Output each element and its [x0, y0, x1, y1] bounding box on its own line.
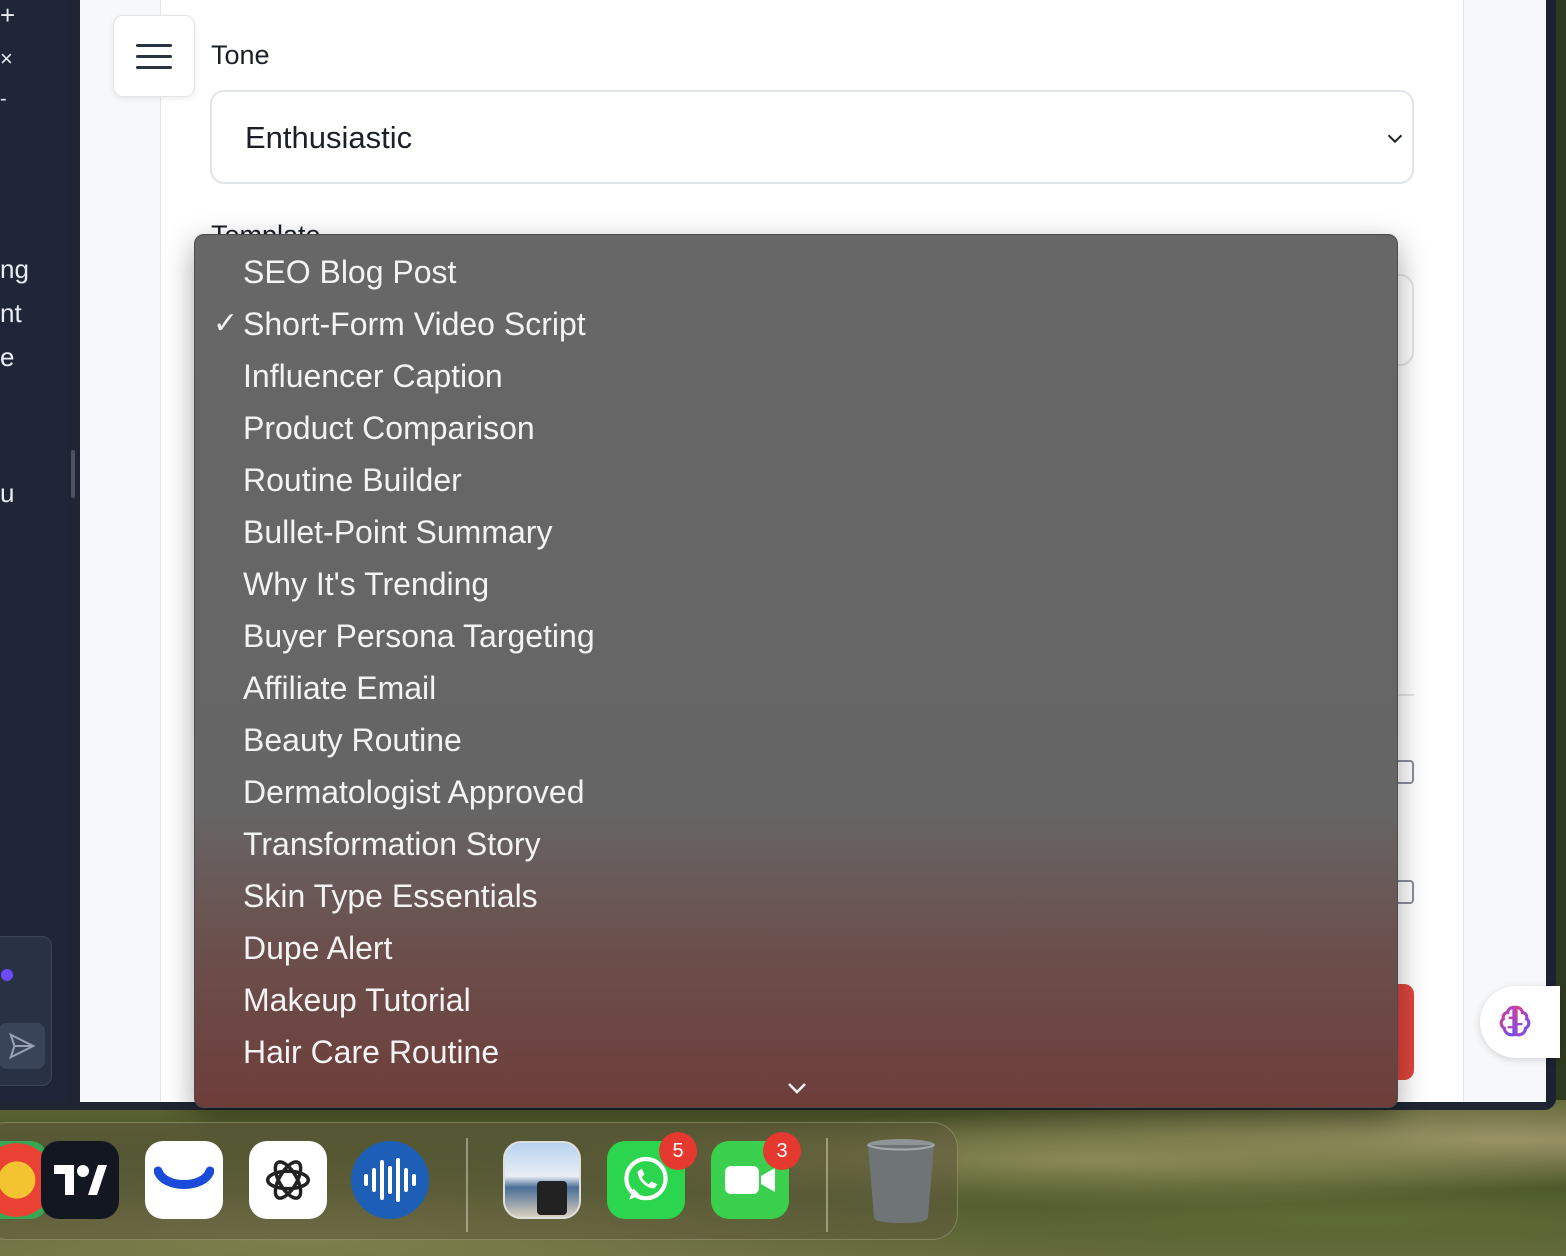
hamburger-menu-button[interactable]: [113, 15, 195, 97]
option-label: Affiliate Email: [243, 670, 437, 706]
dropdown-option[interactable]: Skin Type Essentials: [195, 877, 1397, 929]
voice-app-icon[interactable]: [351, 1141, 429, 1219]
option-label: Dermatologist Approved: [243, 774, 585, 810]
option-label: Beauty Routine: [243, 722, 462, 758]
option-label: Makeup Tutorial: [243, 982, 471, 1018]
tradingview-glyph: [54, 1165, 107, 1195]
send-button[interactable]: [0, 1023, 45, 1069]
status-dot: [1, 969, 13, 981]
sidebar: + × - ng nt e u: [0, 0, 68, 1102]
dock-separator: [826, 1138, 828, 1232]
dropdown-option[interactable]: Routine Builder: [195, 461, 1397, 513]
dropdown-option[interactable]: Why It's Trending: [195, 565, 1397, 617]
dropdown-option[interactable]: Dermatologist Approved: [195, 773, 1397, 825]
dropdown-option[interactable]: Transformation Story: [195, 825, 1397, 877]
option-label: Buyer Persona Targeting: [243, 618, 595, 654]
window-edge: [1546, 0, 1556, 1110]
scroll-down-chevron-icon[interactable]: [787, 1081, 807, 1095]
dropdown-option[interactable]: Influencer Caption: [195, 357, 1397, 409]
camera-glyph: [725, 1166, 775, 1194]
hamburger-icon-line: [136, 65, 172, 69]
sidebar-item-fragment[interactable]: ×: [0, 46, 13, 72]
dock-separator: [466, 1138, 468, 1232]
dropdown-option[interactable]: Dupe Alert: [195, 929, 1397, 981]
chatgpt-icon[interactable]: [249, 1141, 327, 1219]
option-label: Hair Care Routine: [243, 1034, 500, 1070]
openai-glyph: [265, 1160, 311, 1200]
sidebar-item-fragment[interactable]: +: [0, 0, 15, 31]
dropdown-option[interactable]: Buyer Persona Targeting: [195, 617, 1397, 669]
dropdown-option[interactable]: Beauty Routine: [195, 721, 1397, 773]
sidebar-item-fragment[interactable]: u: [0, 478, 14, 509]
option-label: Dupe Alert: [243, 930, 393, 966]
smile-glyph: [154, 1166, 214, 1189]
hamburger-icon: [136, 43, 172, 47]
whatsapp-badge: 5: [659, 1132, 697, 1170]
sidebar-resize-handle[interactable]: [71, 450, 75, 498]
dropdown-option[interactable]: Bullet-Point Summary: [195, 513, 1397, 565]
tone-select[interactable]: Enthusiastic: [210, 90, 1414, 184]
trash-can-glyph: [867, 1139, 935, 1223]
option-label: Skin Type Essentials: [243, 878, 538, 914]
option-label: Transformation Story: [243, 826, 541, 862]
checkbox[interactable]: [1396, 760, 1414, 784]
tone-label: Tone: [211, 40, 270, 70]
checkmark-icon: ✓: [213, 307, 239, 340]
option-label: Influencer Caption: [243, 358, 503, 394]
brain-icon: [1499, 1005, 1531, 1037]
sidebar-item-fragment[interactable]: ng: [0, 254, 29, 285]
option-label: Routine Builder: [243, 462, 462, 498]
sidebar-item-fragment[interactable]: -: [0, 88, 7, 111]
waveform-glyph: [364, 1158, 416, 1202]
tone-select-value: Enthusiastic: [245, 120, 413, 155]
sidebar-item-fragment[interactable]: e: [0, 342, 14, 373]
ai-assistant-button[interactable]: [1480, 986, 1560, 1058]
option-label: Why It's Trending: [243, 566, 490, 602]
dropdown-option-selected[interactable]: ✓ Short-Form Video Script: [195, 305, 1397, 357]
checkbox[interactable]: [1396, 880, 1414, 904]
option-label: Short-Form Video Script: [243, 306, 586, 342]
template-dropdown-menu: SEO Blog Post ✓ Short-Form Video Script I…: [194, 234, 1398, 1108]
preview-icon[interactable]: [503, 1141, 581, 1219]
generate-button[interactable]: [1396, 984, 1414, 1080]
dock: [0, 1122, 958, 1240]
dropdown-option[interactable]: SEO Blog Post: [195, 253, 1397, 305]
option-label: SEO Blog Post: [243, 254, 457, 290]
chevron-down-icon: [1387, 134, 1403, 144]
trash-icon[interactable]: [862, 1139, 940, 1223]
send-icon: [9, 1032, 36, 1060]
option-label: Product Comparison: [243, 410, 535, 446]
dropdown-option[interactable]: Hair Care Routine: [195, 1033, 1397, 1085]
dropdown-option[interactable]: Product Comparison: [195, 409, 1397, 461]
dropdown-option[interactable]: Affiliate Email: [195, 669, 1397, 721]
preview-loupe: [537, 1181, 567, 1215]
dropdown-option[interactable]: Makeup Tutorial: [195, 981, 1397, 1033]
hamburger-icon-line: [136, 54, 172, 58]
tradingview-icon[interactable]: [41, 1141, 119, 1219]
sidebar-item-fragment[interactable]: nt: [0, 298, 22, 329]
sidebar-chat-card: [0, 936, 52, 1086]
option-label: Bullet-Point Summary: [243, 514, 553, 550]
divider: [1396, 694, 1414, 696]
dock-app-blue-icon[interactable]: [145, 1141, 223, 1219]
facetime-badge: 3: [763, 1132, 801, 1170]
